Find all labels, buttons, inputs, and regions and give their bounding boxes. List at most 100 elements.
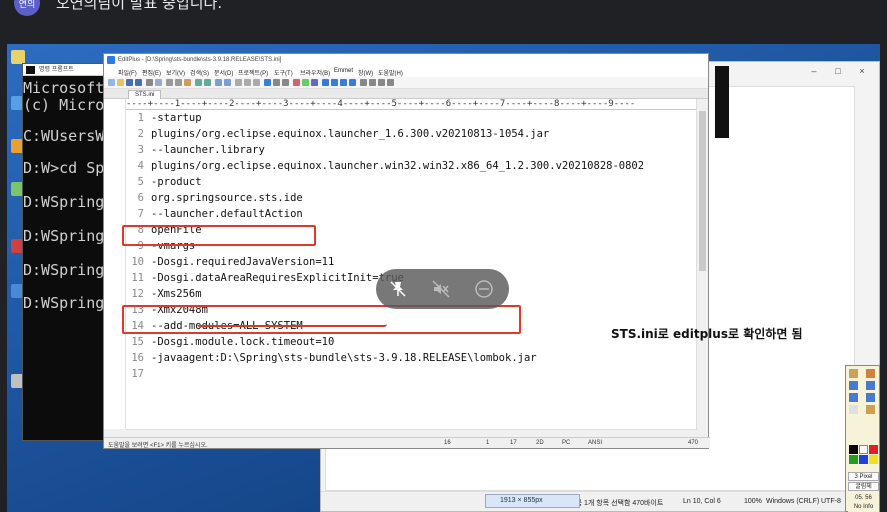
- tool-icon[interactable]: [311, 79, 318, 86]
- save-icon[interactable]: [126, 79, 133, 86]
- color-yellow[interactable]: [869, 455, 878, 464]
- new-file-icon[interactable]: [108, 79, 115, 86]
- line-text: plugins/org.eclipse.equinox.launcher.win…: [151, 160, 645, 172]
- line-number: 1: [137, 112, 144, 124]
- menu-browser[interactable]: 브라우저(B): [300, 68, 330, 77]
- wordwrap-icon[interactable]: [235, 79, 242, 86]
- screenshot-size-chip: 1913 × 855px: [485, 494, 580, 508]
- close-icon[interactable]: ×: [857, 66, 867, 76]
- menu-search[interactable]: 검색(S): [190, 68, 209, 77]
- meeting-window: 연의 오연의님이 발표 중입니다. – □ × 14개 항목 1개 항목 선택함…: [0, 0, 887, 512]
- print-icon[interactable]: [146, 79, 153, 86]
- minimize-controls-button[interactable]: [472, 277, 496, 301]
- status-lines-total: 17: [510, 440, 517, 446]
- paste-icon[interactable]: [184, 79, 191, 86]
- presenter-avatar: 연의: [14, 0, 40, 16]
- editplus-title-bar: EditPlus - [D:\Spring\sts-bundle\sts-3.9…: [104, 54, 708, 66]
- tool-icon[interactable]: [302, 79, 309, 86]
- tool-icon[interactable]: [349, 79, 356, 86]
- menu-project[interactable]: 프로젝트(P): [238, 68, 268, 77]
- editplus-logo-icon: [107, 56, 115, 64]
- font-icon[interactable]: [273, 79, 280, 86]
- code-line: 2 plugins/org.eclipse.equinox.launcher_1…: [126, 128, 698, 144]
- browser-icon[interactable]: [264, 79, 271, 86]
- pin-off-icon: [390, 281, 406, 297]
- code-line: 17: [126, 368, 698, 384]
- line-text: -Dosgi.dataAreaRequiresExplicitInit=true: [151, 272, 404, 284]
- tool-icon[interactable]: [369, 79, 376, 86]
- pencil-tool-icon[interactable]: [849, 369, 858, 378]
- code-line: 7 --launcher.defaultAction: [126, 208, 698, 224]
- line-tool-icon[interactable]: [849, 381, 858, 390]
- brush-tool-icon[interactable]: [866, 369, 875, 378]
- tool-icon[interactable]: [293, 79, 300, 86]
- menu-window[interactable]: 창(W): [358, 68, 373, 77]
- tool-icon[interactable]: [322, 79, 329, 86]
- rect-tool-icon[interactable]: [866, 381, 875, 390]
- ruler-icon[interactable]: [244, 79, 251, 86]
- menu-edit[interactable]: 편집(E): [142, 68, 161, 77]
- tool-icon[interactable]: [387, 79, 394, 86]
- color-green[interactable]: [849, 455, 858, 464]
- editor-ruler: ----+----1----+----2----+----3----+----4…: [126, 99, 698, 110]
- color-red[interactable]: [869, 445, 878, 454]
- editplus-window[interactable]: EditPlus - [D:\Spring\sts-bundle\sts-3.9…: [103, 53, 710, 449]
- menu-help[interactable]: 도움말(H): [378, 68, 403, 77]
- minimize-icon[interactable]: –: [809, 66, 819, 76]
- status-mode: PC: [562, 440, 571, 446]
- ellipse-tool-icon[interactable]: [849, 393, 858, 402]
- status-col: 1: [486, 440, 490, 446]
- encoding-text: UTF-8: [821, 498, 841, 505]
- menu-tools[interactable]: 도구(T): [274, 68, 293, 77]
- save-all-icon[interactable]: [135, 79, 142, 86]
- settings-icon[interactable]: [282, 79, 289, 86]
- menu-file[interactable]: 파일(F): [118, 68, 137, 77]
- mute-button[interactable]: [429, 277, 453, 301]
- fill-tool-icon[interactable]: [866, 393, 875, 402]
- line-number-icon[interactable]: [253, 79, 260, 86]
- color-white[interactable]: [859, 445, 868, 454]
- redo-icon[interactable]: [204, 79, 211, 86]
- font-select[interactable]: 굴림체: [848, 482, 879, 491]
- dark-panel: [715, 66, 729, 138]
- cmd-line: D:W>cd Spr: [23, 159, 114, 177]
- drawing-tool-palette[interactable]: 3 Pixel 굴림체 05. 56 No Info: [845, 365, 880, 512]
- replace-icon[interactable]: [224, 79, 231, 86]
- menu-emmet[interactable]: Emmet: [334, 68, 353, 74]
- vertical-scrollbar[interactable]: [696, 99, 707, 429]
- code-line: 3 --launcher.library: [126, 144, 698, 160]
- copy-icon[interactable]: [175, 79, 182, 86]
- color-blue[interactable]: [859, 455, 868, 464]
- tool-icon[interactable]: [360, 79, 367, 86]
- maximize-icon[interactable]: □: [833, 66, 843, 76]
- line-number: 2: [137, 128, 144, 140]
- cut-icon[interactable]: [166, 79, 173, 86]
- line-number: 5: [137, 176, 144, 188]
- text-tool-icon[interactable]: [866, 405, 875, 414]
- color-black[interactable]: [849, 445, 858, 454]
- undo-icon[interactable]: [195, 79, 202, 86]
- tool-icon[interactable]: [378, 79, 385, 86]
- status-charset: ANSI: [588, 440, 603, 446]
- pin-off-button[interactable]: [386, 277, 410, 301]
- tool-icon[interactable]: [331, 79, 338, 86]
- tool-icon[interactable]: [340, 79, 347, 86]
- menu-document[interactable]: 문서(D): [214, 68, 233, 77]
- line-text: -Dosgi.module.lock.timeout=10: [151, 336, 335, 348]
- eraser-tool-icon[interactable]: [849, 405, 858, 414]
- line-text: org.springsource.sts.ide: [151, 192, 303, 204]
- palette-footer-text: 05. 56: [848, 494, 879, 503]
- background-window-status-bar: 14개 항목 1개 항목 선택함 470바이트 Ln 10, Col 6 100…: [321, 491, 879, 511]
- preview-icon[interactable]: [155, 79, 162, 86]
- line-text: --launcher.defaultAction: [151, 208, 303, 220]
- tab-sts-ini[interactable]: STS.ini: [128, 90, 162, 99]
- desktop-icon[interactable]: [11, 50, 25, 64]
- find-icon[interactable]: [215, 79, 222, 86]
- scrollbar-thumb[interactable]: [699, 111, 706, 271]
- status-size: 470: [688, 440, 699, 446]
- open-file-icon[interactable]: [117, 79, 124, 86]
- menu-bar: 파일(F) 편집(E) 보기(V) 검색(S) 문서(D) 프로젝트(P) 도구…: [104, 66, 708, 77]
- line-number: 12: [131, 288, 144, 300]
- menu-view[interactable]: 보기(V): [166, 68, 185, 77]
- editplus-status-bar: 도움말을 보려면 <F1> 키를 누르십시오. 16 1 17 2D PC AN…: [104, 437, 710, 449]
